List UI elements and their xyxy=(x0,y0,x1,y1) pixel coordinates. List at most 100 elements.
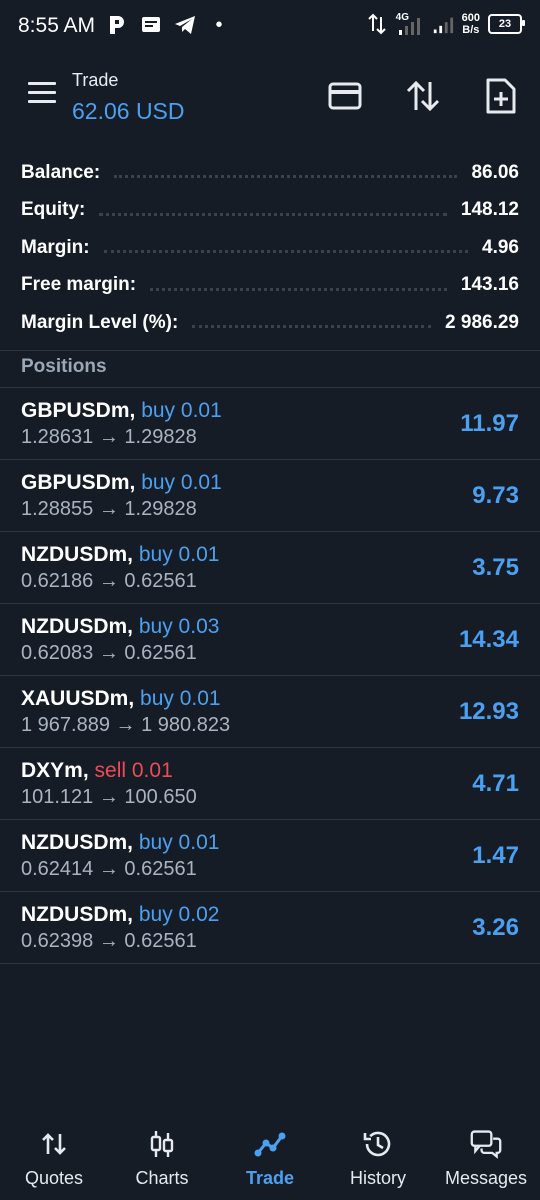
position-row[interactable]: GBPUSDm, buy 0.01 1.28855 → 1.29828 9.73 xyxy=(0,460,540,532)
position-profit: 9.73 xyxy=(472,482,519,509)
battery-level: 23 xyxy=(498,18,512,30)
card-icon[interactable] xyxy=(325,76,365,116)
position-open-price: 1.28631 xyxy=(21,426,94,448)
position-side: buy 0.03 xyxy=(138,615,220,638)
positions-list: GBPUSDm, buy 0.01 1.28631 → 1.29828 11.9… xyxy=(0,388,540,964)
nav-trade[interactable]: Trade xyxy=(216,1116,324,1200)
position-symbol: DXYm, xyxy=(21,759,89,782)
signal-4g-icon: 4G xyxy=(396,12,424,36)
network-speed-value: 600 xyxy=(461,12,480,24)
trade-icon xyxy=(254,1128,286,1160)
status-time: 8:55 AM xyxy=(18,14,96,37)
position-symbol: XAUUSDm, xyxy=(21,687,135,710)
nav-quotes[interactable]: Quotes xyxy=(0,1116,108,1200)
quotes-icon xyxy=(38,1128,70,1160)
page-title: Trade xyxy=(72,70,119,90)
notification-icons: • xyxy=(106,14,230,36)
summary-label: Balance: xyxy=(21,161,101,183)
status-bar: 8:55 AM • 4G 600 B/s 23 xyxy=(0,0,540,56)
position-current-price: 0.62561 xyxy=(124,930,197,952)
menu-icon[interactable] xyxy=(28,82,56,106)
price-arrow: → xyxy=(98,642,119,664)
nav-label: Quotes xyxy=(24,1168,84,1188)
price-arrow: → xyxy=(98,786,119,808)
position-current-price: 100.650 xyxy=(124,786,197,808)
position-symbol: NZDUSDm, xyxy=(21,543,134,566)
position-profit: 11.97 xyxy=(460,410,519,437)
data-transfer-icon xyxy=(366,13,388,35)
nav-label: History xyxy=(349,1168,406,1188)
summary-row-margin-level: Margin Level (%): 2 986.29 xyxy=(0,304,540,342)
position-side: sell 0.01 xyxy=(94,759,173,782)
summary-value: 86.06 xyxy=(471,161,519,183)
telegram-icon xyxy=(174,14,196,36)
message-icon xyxy=(140,14,162,36)
position-row[interactable]: NZDUSDm, buy 0.01 0.62414 → 0.62561 1.47 xyxy=(0,820,540,892)
dotted-leader xyxy=(150,287,447,291)
price-arrow: → xyxy=(98,570,119,592)
position-current-price: 0.62561 xyxy=(124,858,197,880)
price-arrow: → xyxy=(115,714,136,736)
section-divider xyxy=(0,350,540,351)
position-profit: 14.34 xyxy=(458,626,519,653)
account-profit: 62.06 USD xyxy=(72,98,185,124)
history-icon xyxy=(362,1128,394,1160)
position-current-price: 0.62561 xyxy=(124,642,197,664)
position-open-price: 0.62186 xyxy=(21,570,94,592)
summary-value: 4.96 xyxy=(482,236,519,258)
summary-label: Margin: xyxy=(21,236,90,258)
position-row[interactable]: XAUUSDm, buy 0.01 1 967.889 → 1 980.823 … xyxy=(0,676,540,748)
network-speed: 600 B/s xyxy=(462,12,480,36)
position-current-price: 1 980.823 xyxy=(141,714,231,736)
position-profit: 3.26 xyxy=(472,914,519,941)
charts-icon xyxy=(146,1128,178,1160)
position-open-price: 1 967.889 xyxy=(21,714,110,736)
new-order-icon[interactable] xyxy=(481,76,521,116)
nav-label: Charts xyxy=(135,1168,189,1188)
dotted-leader xyxy=(99,212,447,216)
app-header: Trade 62.06 USD xyxy=(0,60,540,140)
signal-icon xyxy=(432,13,454,35)
summary-label: Free margin: xyxy=(21,274,137,296)
summary-row-equity: Equity: 148.12 xyxy=(0,192,540,230)
battery-icon: 23 xyxy=(488,14,525,34)
summary-row-free-margin: Free margin: 143.16 xyxy=(0,267,540,305)
position-current-price: 1.29828 xyxy=(124,426,197,448)
summary-value: 143.16 xyxy=(460,274,519,296)
position-side: buy 0.01 xyxy=(141,399,222,422)
position-open-price: 101.121 xyxy=(21,786,94,808)
position-open-price: 0.62398 xyxy=(21,930,94,952)
position-open-price: 0.62083 xyxy=(21,642,94,664)
position-row[interactable]: NZDUSDm, buy 0.01 0.62186 → 0.62561 3.75 xyxy=(0,532,540,604)
position-symbol: NZDUSDm, xyxy=(21,903,134,926)
position-symbol: GBPUSDm, xyxy=(21,471,136,494)
nav-messages[interactable]: Messages xyxy=(432,1116,540,1200)
price-arrow: → xyxy=(98,426,119,448)
summary-value: 2 986.29 xyxy=(445,311,519,333)
position-symbol: GBPUSDm, xyxy=(21,399,136,422)
position-row[interactable]: NZDUSDm, buy 0.02 0.62398 → 0.62561 3.26 xyxy=(0,892,540,964)
position-row[interactable]: NZDUSDm, buy 0.03 0.62083 → 0.62561 14.3… xyxy=(0,604,540,676)
nav-history[interactable]: History xyxy=(324,1116,432,1200)
nav-charts[interactable]: Charts xyxy=(108,1116,216,1200)
position-profit: 1.47 xyxy=(472,842,519,869)
dotted-leader xyxy=(192,325,432,329)
position-profit: 4.71 xyxy=(472,770,519,797)
nav-label: Trade xyxy=(245,1168,295,1188)
position-row[interactable]: DXYm, sell 0.01 101.121 → 100.650 4.71 xyxy=(0,748,540,820)
position-side: buy 0.02 xyxy=(138,903,220,926)
summary-row-margin: Margin: 4.96 xyxy=(0,229,540,267)
summary-label: Equity: xyxy=(21,199,86,221)
system-indicators: 4G 600 B/s 23 xyxy=(366,12,525,36)
sort-icon[interactable] xyxy=(403,76,443,116)
position-row[interactable]: GBPUSDm, buy 0.01 1.28631 → 1.29828 11.9… xyxy=(0,388,540,460)
dotted-leader xyxy=(103,250,469,254)
dotted-leader xyxy=(114,175,458,179)
summary-label: Margin Level (%): xyxy=(21,311,179,333)
price-arrow: → xyxy=(98,498,119,520)
position-side: buy 0.01 xyxy=(140,687,221,710)
position-side: buy 0.01 xyxy=(138,831,220,854)
price-arrow: → xyxy=(98,930,119,952)
position-current-price: 1.29828 xyxy=(124,498,197,520)
position-profit: 12.93 xyxy=(458,698,519,725)
